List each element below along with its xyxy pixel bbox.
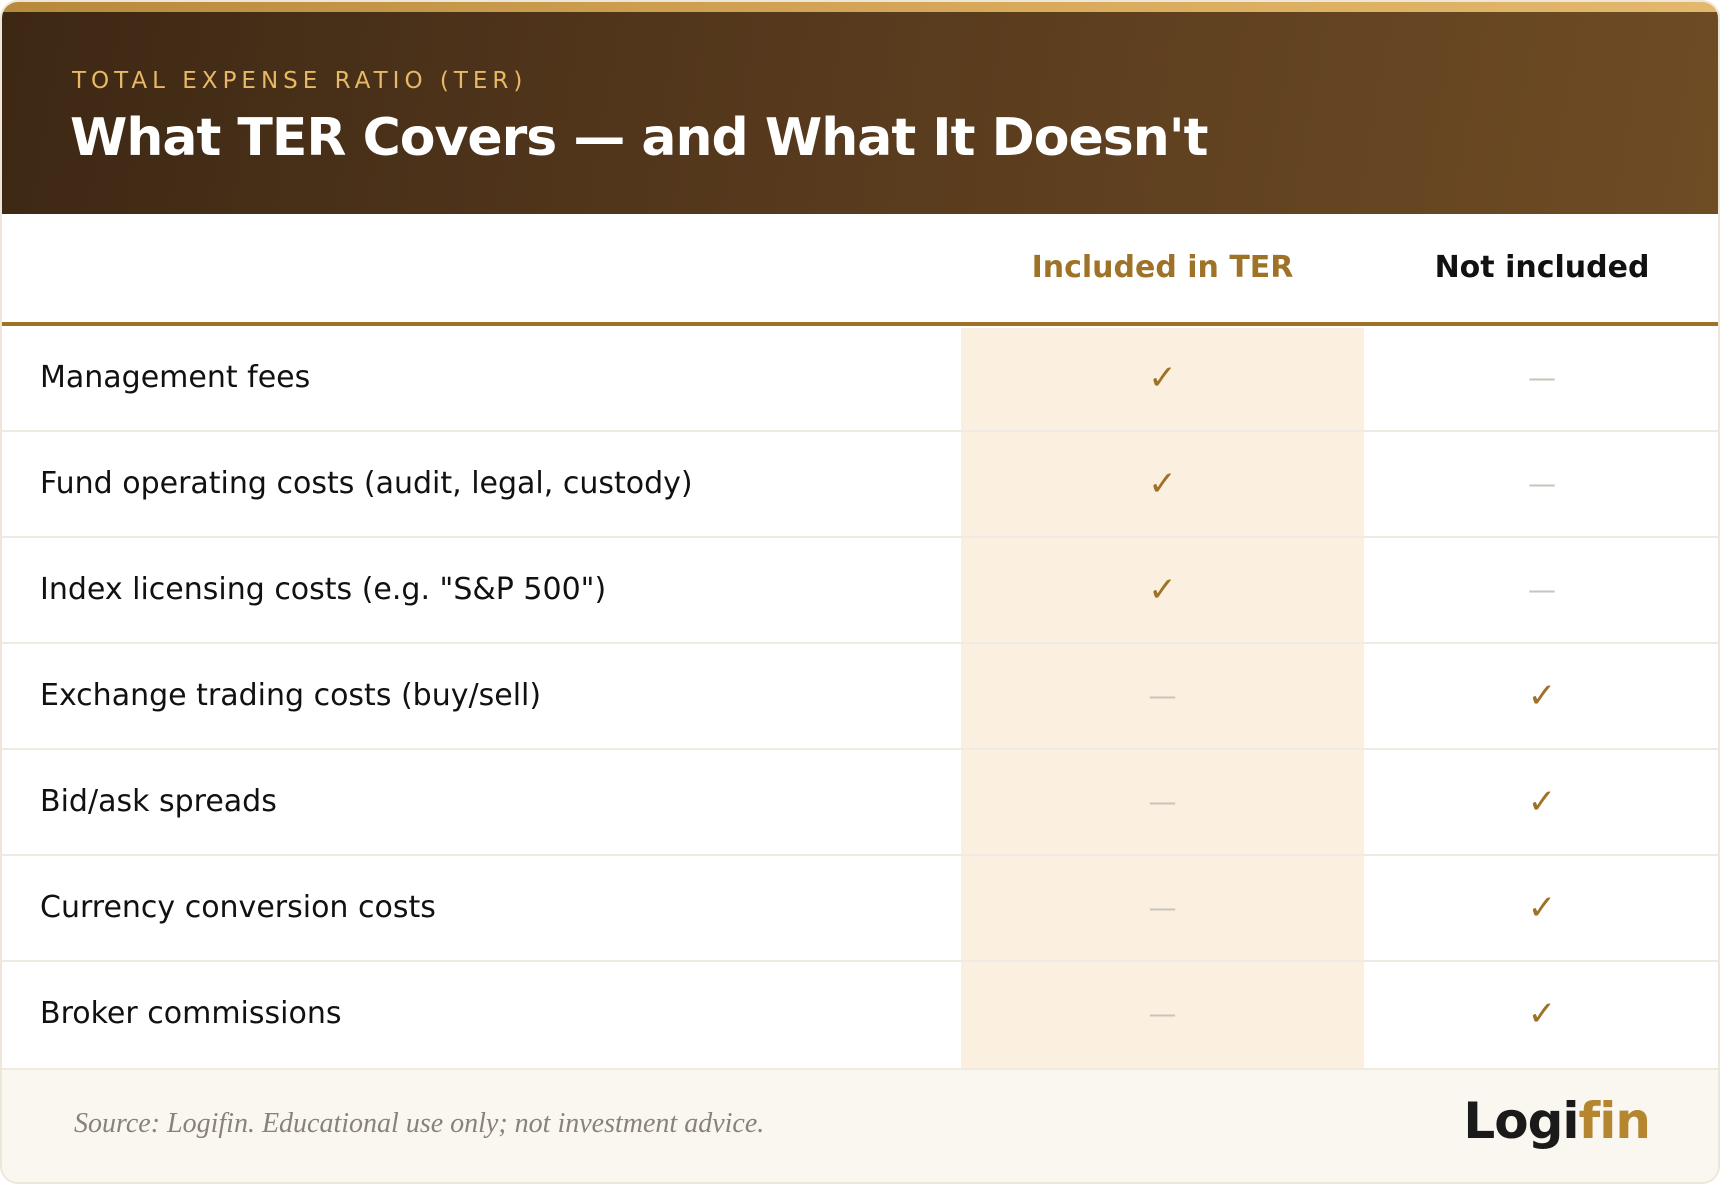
table-row: Currency conversion costs — ✓ xyxy=(2,856,1718,962)
row-label: Fund operating costs (audit, legal, cust… xyxy=(40,466,693,501)
logo-text-part1: Logi xyxy=(1463,1092,1579,1150)
logo-text-part2: fin xyxy=(1578,1092,1651,1150)
included-cell-dash-icon: — xyxy=(1148,997,1177,1030)
included-cell-check-icon: ✓ xyxy=(1148,464,1177,504)
footer: Source: Logifin. Educational use only; n… xyxy=(2,1068,1718,1182)
table-row: Index licensing costs (e.g. "S&P 500") ✓ — xyxy=(2,538,1718,644)
table-row: Exchange trading costs (buy/sell) — ✓ xyxy=(2,644,1718,750)
table-header: Included in TER Not included xyxy=(2,214,1718,324)
column-header-included: Included in TER xyxy=(1031,250,1294,285)
source-note: Source: Logifin. Educational use only; n… xyxy=(74,1108,765,1139)
not-included-cell-dash-icon: — xyxy=(1528,467,1556,500)
column-header-not-included: Not included xyxy=(1434,250,1650,285)
included-cell-dash-icon: — xyxy=(1148,785,1177,818)
table-row: Management fees ✓ — xyxy=(2,326,1718,432)
table-row: Fund operating costs (audit, legal, cust… xyxy=(2,432,1718,538)
row-label: Index licensing costs (e.g. "S&P 500") xyxy=(40,572,607,607)
not-included-cell-check-icon: ✓ xyxy=(1527,676,1557,716)
not-included-cell-check-icon: ✓ xyxy=(1527,994,1557,1034)
row-label: Exchange trading costs (buy/sell) xyxy=(40,678,542,713)
ter-card: TOTAL EXPENSE RATIO (TER) What TER Cover… xyxy=(0,0,1720,1184)
page-title: What TER Covers — and What It Doesn't xyxy=(70,108,1208,168)
eyebrow-label: TOTAL EXPENSE RATIO (TER) xyxy=(72,68,528,94)
table-row: Broker commissions — ✓ xyxy=(2,962,1718,1068)
not-included-cell-dash-icon: — xyxy=(1528,361,1556,394)
not-included-cell-check-icon: ✓ xyxy=(1527,782,1557,822)
card-header: TOTAL EXPENSE RATIO (TER) What TER Cover… xyxy=(2,12,1718,214)
table-row: Bid/ask spreads — ✓ xyxy=(2,750,1718,856)
row-label: Management fees xyxy=(40,360,311,395)
top-accent-bar xyxy=(2,2,1718,12)
included-cell-check-icon: ✓ xyxy=(1148,358,1177,398)
not-included-cell-dash-icon: — xyxy=(1528,573,1556,606)
row-label: Currency conversion costs xyxy=(40,890,436,925)
logifin-logo: Logifin xyxy=(1463,1092,1651,1150)
table-body: Management fees ✓ — Fund operating costs (a… xyxy=(2,326,1718,1068)
included-cell-dash-icon: — xyxy=(1148,679,1177,712)
included-cell-dash-icon: — xyxy=(1148,891,1177,924)
row-label: Broker commissions xyxy=(40,996,342,1031)
row-label: Bid/ask spreads xyxy=(40,784,277,819)
included-cell-check-icon: ✓ xyxy=(1148,570,1177,610)
not-included-cell-check-icon: ✓ xyxy=(1527,888,1557,928)
